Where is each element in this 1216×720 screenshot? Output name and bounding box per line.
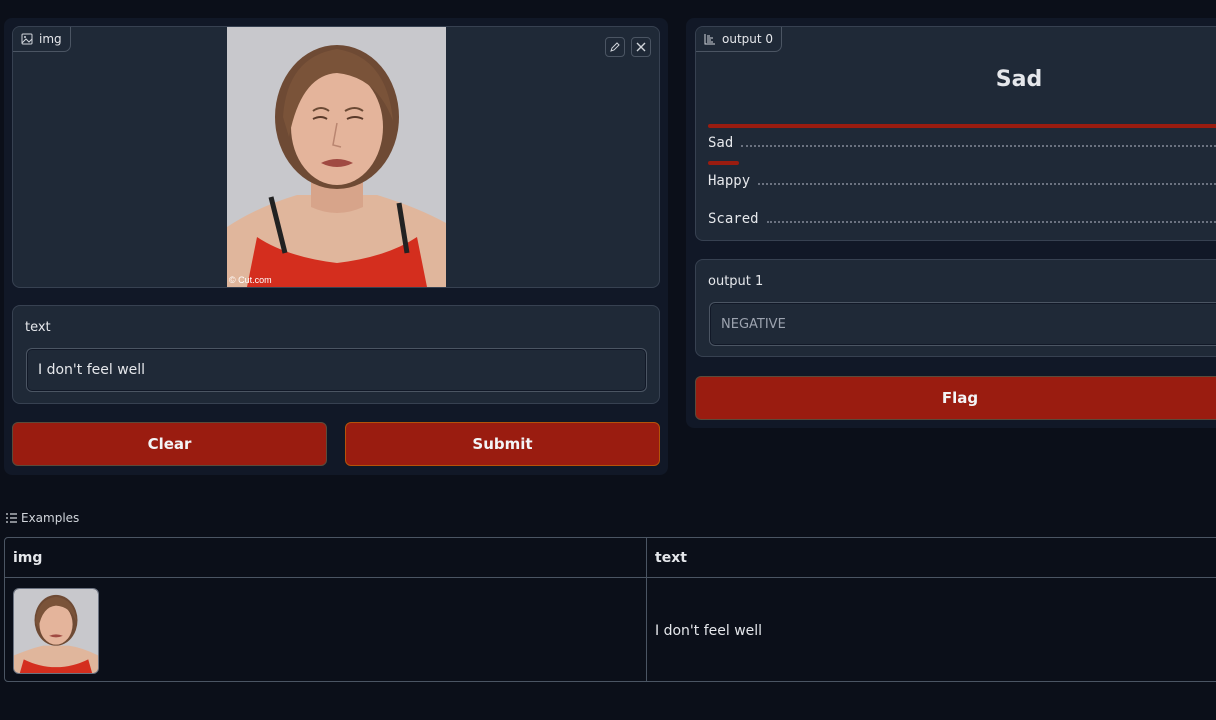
table-row[interactable]: I don't feel well [5,578,1216,681]
close-button[interactable] [631,37,651,57]
uploaded-photo [227,27,446,287]
output1-label: output 1 [708,274,764,289]
confidence-row-happy: Happy [708,171,1216,189]
confidence-row-sad: Sad [708,133,1216,151]
text-output-component: output 1 NEGATIVE [695,259,1216,357]
text-input-field[interactable]: I don't feel well [26,348,647,392]
confidence-bar-sad [708,124,1216,128]
image-input-component[interactable]: img © Cut.com [12,26,660,288]
close-icon [636,42,646,52]
confidence-row-scared: Scared [708,209,1216,227]
examples-table: img text I don't feel well [4,537,1216,682]
output1-textbox[interactable]: NEGATIVE [709,302,1216,346]
output0-label: output 0 [696,27,783,52]
submit-button[interactable]: Submit [345,422,660,466]
column-header-img: img [13,550,43,566]
edit-button[interactable] [605,37,625,57]
example-image-thumbnail[interactable] [13,587,99,674]
examples-header: Examples [6,511,79,525]
flag-button[interactable]: Flag [695,376,1216,420]
image-icon [21,33,33,45]
image-watermark: © Cut.com [229,275,272,285]
label-output-component: output 0 Sad Sad Happy Scared [695,26,1216,241]
example-text-cell[interactable]: I don't feel well [646,578,1216,681]
clear-button[interactable]: Clear [12,422,327,466]
text-field-label: text [25,320,51,335]
list-icon [6,513,17,523]
chart-icon [704,34,715,45]
text-input-component: text I don't feel well [12,305,660,404]
column-header-text: text [646,538,1216,578]
pencil-icon [610,42,620,52]
example-img-cell[interactable] [5,578,646,681]
image-component-label: img [13,27,71,52]
predicted-label: Sad [995,67,1043,92]
confidence-bar-happy [708,161,739,165]
